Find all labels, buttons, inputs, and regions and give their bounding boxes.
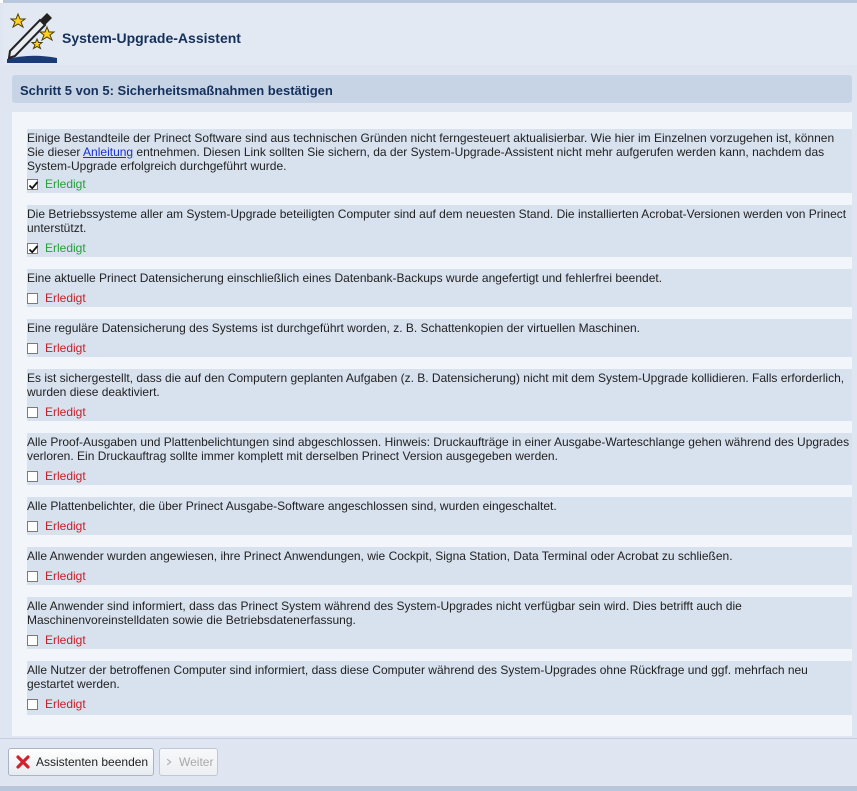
checklist-item: Es ist sichergestellt, dass die auf den … [27,369,857,421]
done-checkbox[interactable] [27,520,38,532]
done-checkbox-row[interactable]: Erledigt [27,469,86,483]
done-checkbox[interactable] [27,406,38,418]
step-title: Schritt 5 von 5: Sicherheitsmaßnahmen be… [20,83,333,98]
bottom-border [0,786,857,791]
instructions-link[interactable]: Anleitung [83,145,133,159]
scroll-rail [852,112,857,736]
done-checkbox-row[interactable]: Erledigt [27,633,86,647]
done-checkbox-row[interactable]: Erledigt [27,241,86,255]
step-header: Schritt 5 von 5: Sicherheitsmaßnahmen be… [12,75,852,103]
done-label: Erledigt [45,469,86,483]
item-text: Alle Nutzer der betroffenen Computer sin… [27,663,808,691]
done-checkbox[interactable] [27,178,39,190]
checklist-item: Alle Anwender sind informiert, dass das … [27,597,857,649]
checklist-panel: Einige Bestandteile der Prinect Software… [12,112,857,736]
item-text: Alle Anwender wurden angewiesen, ihre Pr… [27,549,733,563]
next-button-label: Weiter [179,755,214,769]
item-text: Es ist sichergestellt, dass die auf den … [27,371,845,399]
done-label: Erledigt [45,405,86,419]
done-checkbox-row[interactable]: Erledigt [27,569,86,583]
item-text: Einige Bestandteile der Prinect Software… [27,131,835,173]
item-text: Eine reguläre Datensicherung des Systems… [27,321,640,335]
checklist-item: Alle Nutzer der betroffenen Computer sin… [27,661,857,715]
checklist-item: Eine reguläre Datensicherung des Systems… [27,319,857,357]
done-checkbox-row[interactable]: Erledigt [27,341,86,355]
checklist-item: Alle Anwender wurden angewiesen, ihre Pr… [27,547,857,585]
done-label: Erledigt [45,569,86,583]
checklist-item: Eine aktuelle Prinect Datensicherung ein… [27,269,857,307]
item-text: Alle Plattenbelichter, die über Prinect … [27,499,557,513]
done-checkbox-row[interactable]: Erledigt [27,177,86,191]
done-checkbox[interactable] [27,292,38,304]
done-checkbox-row[interactable]: Erledigt [27,519,86,533]
done-checkbox-row[interactable]: Erledigt [27,291,86,305]
done-label: Erledigt [45,291,86,305]
done-checkbox[interactable] [27,634,38,646]
item-text: Die Betriebssysteme aller am System-Upgr… [27,207,847,235]
chevron-right-icon [166,758,172,766]
magic-wand-stars-icon [7,12,57,63]
done-label: Erledigt [45,177,86,191]
done-checkbox[interactable] [27,342,38,354]
checklist-item: Alle Proof-Ausgaben und Plattenbelichtun… [27,433,857,485]
finish-button-label: Assistenten beenden [36,755,149,769]
red-x-icon [16,755,30,769]
finish-assistant-button[interactable]: Assistenten beenden [8,748,154,776]
done-checkbox[interactable] [27,698,38,710]
header: System-Upgrade-Assistent [3,3,857,65]
done-checkbox[interactable] [27,242,39,254]
item-text: Eine aktuelle Prinect Datensicherung ein… [27,271,663,285]
app-title: System-Upgrade-Assistent [62,30,241,46]
footer-divider [0,738,857,739]
checklist-item: Einige Bestandteile der Prinect Software… [27,129,857,193]
done-checkbox-row[interactable]: Erledigt [27,405,86,419]
done-checkbox[interactable] [27,470,38,482]
done-label: Erledigt [45,519,86,533]
done-checkbox[interactable] [27,570,38,582]
done-label: Erledigt [45,241,86,255]
next-button[interactable]: Weiter [159,748,218,776]
checklist-item: Alle Plattenbelichter, die über Prinect … [27,497,857,535]
item-text: Alle Anwender sind informiert, dass das … [27,599,742,627]
done-label: Erledigt [45,341,86,355]
item-text: Alle Proof-Ausgaben und Plattenbelichtun… [27,435,850,463]
checklist-item: Die Betriebssysteme aller am System-Upgr… [27,205,857,257]
done-checkbox-row[interactable]: Erledigt [27,697,86,711]
done-label: Erledigt [45,697,86,711]
done-label: Erledigt [45,633,86,647]
